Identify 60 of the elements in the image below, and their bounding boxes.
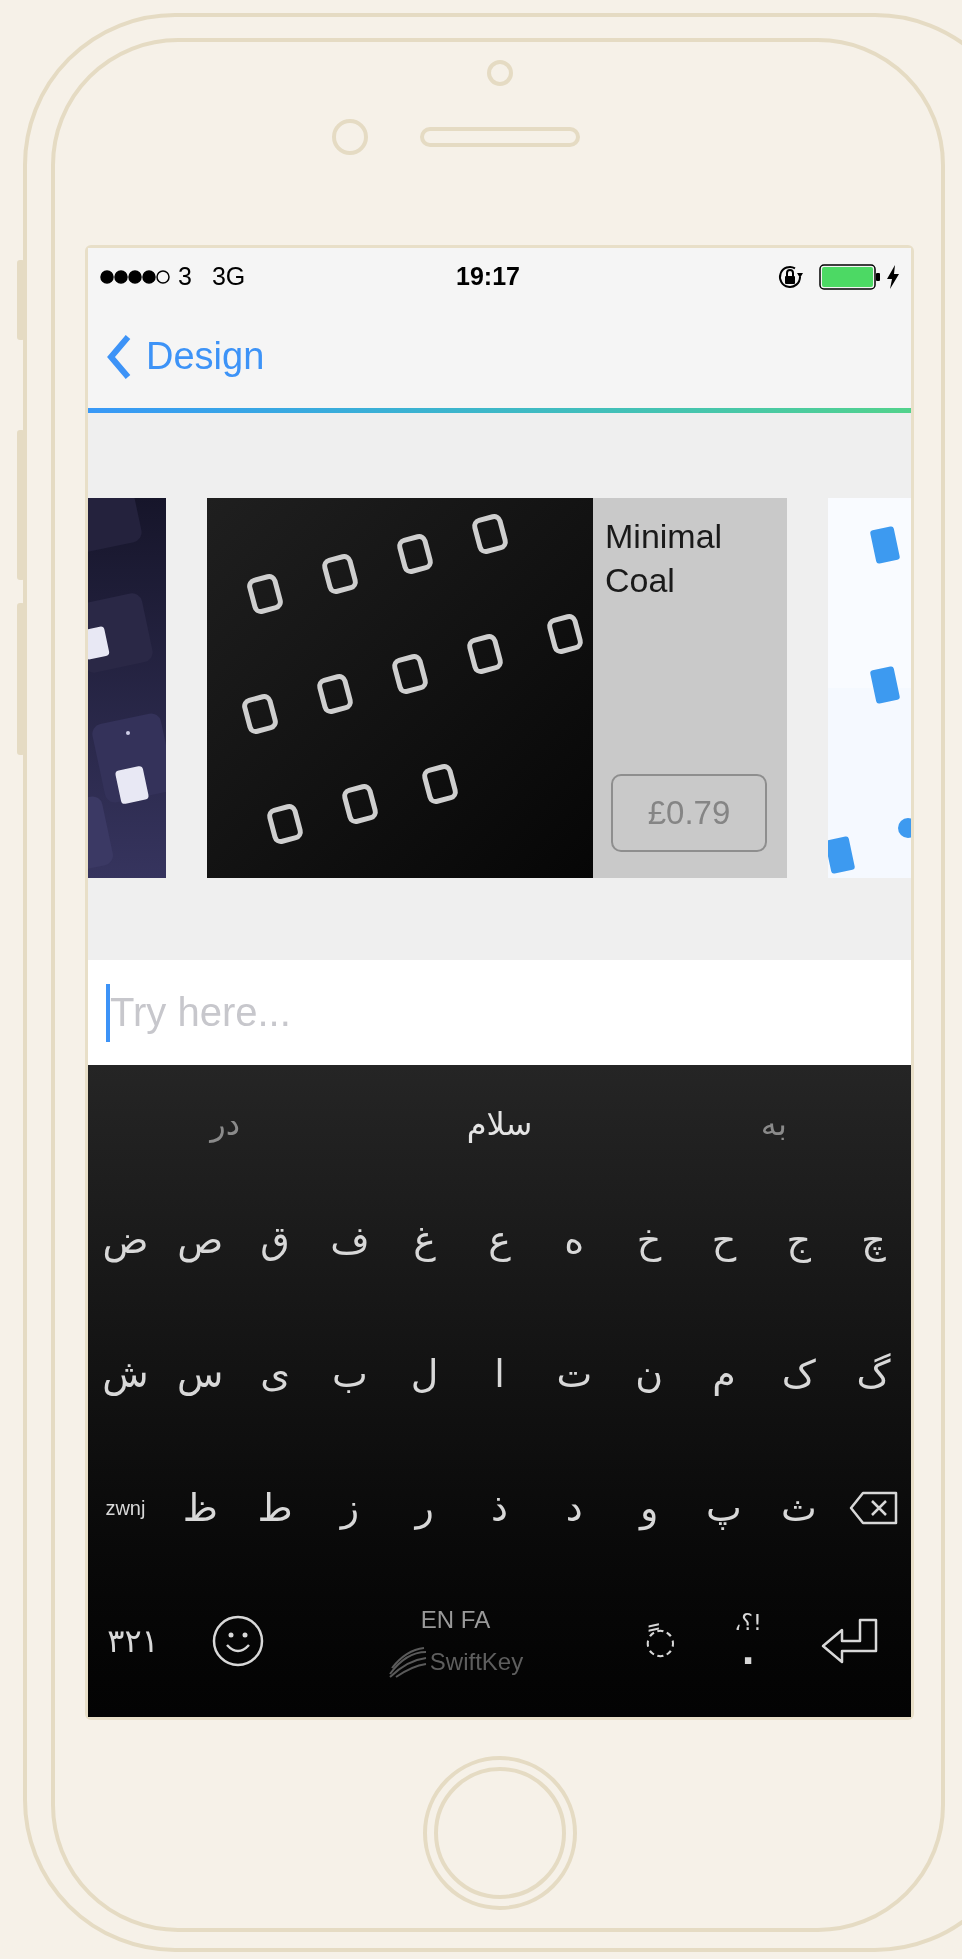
key[interactable]: س <box>177 1345 224 1403</box>
key[interactable]: چ <box>861 1211 886 1269</box>
key[interactable]: ر <box>415 1479 434 1537</box>
signal-icon <box>100 269 170 284</box>
suggestion[interactable]: به <box>760 1100 787 1148</box>
carrier-name: 3 <box>178 260 192 292</box>
key[interactable]: ص <box>177 1211 224 1269</box>
backspace-key[interactable] <box>848 1491 899 1525</box>
suggestion[interactable]: سلام <box>466 1100 533 1148</box>
back-chevron-icon <box>106 333 132 380</box>
key[interactable]: غ <box>413 1211 436 1269</box>
key[interactable]: ظ <box>182 1479 218 1537</box>
key[interactable]: ا <box>494 1345 505 1403</box>
language-label: EN FA <box>420 1605 491 1635</box>
key[interactable]: ذ <box>491 1479 508 1537</box>
key[interactable]: خ <box>636 1211 662 1269</box>
backspace-icon <box>848 1491 899 1525</box>
diacritic-key[interactable]: ◌ً <box>644 1614 677 1668</box>
battery-icon <box>819 263 881 290</box>
key[interactable]: گ <box>856 1345 891 1403</box>
space-key[interactable]: EN FA SwiftKey <box>387 1602 524 1680</box>
brand-name: SwiftKey <box>429 1647 524 1677</box>
theme-name: Minimal Coal <box>605 516 724 601</box>
key[interactable]: ع <box>488 1211 511 1269</box>
swoosh-logo-icon <box>387 1646 428 1678</box>
numbers-key[interactable]: ۳۲۱ <box>107 1617 159 1665</box>
punctuation-key[interactable]: ،؟! . <box>734 1612 762 1670</box>
key[interactable]: ق <box>260 1211 290 1269</box>
suggestion[interactable]: در <box>210 1100 241 1148</box>
key[interactable]: ج <box>786 1211 812 1269</box>
key[interactable]: م <box>712 1345 736 1403</box>
key[interactable]: د <box>565 1479 583 1537</box>
key[interactable]: ب <box>331 1345 368 1403</box>
key[interactable]: ی <box>260 1345 290 1403</box>
emoji-key[interactable] <box>212 1615 264 1667</box>
key[interactable]: zwnj <box>105 1493 146 1523</box>
key[interactable]: ط <box>257 1479 293 1537</box>
text-cursor <box>106 983 110 1042</box>
return-icon <box>819 1617 880 1665</box>
clock-time: 19:17 <box>456 260 520 292</box>
key[interactable]: ه <box>564 1211 585 1269</box>
key[interactable]: ن <box>635 1345 664 1403</box>
key[interactable]: پ <box>706 1479 742 1537</box>
network-type: 3G <box>211 260 246 292</box>
key[interactable]: و <box>639 1479 659 1537</box>
period-label: . <box>741 1634 755 1670</box>
key[interactable]: ح <box>711 1211 737 1269</box>
key[interactable]: ش <box>102 1345 149 1403</box>
charging-bolt-icon <box>887 264 899 289</box>
key[interactable]: ز <box>340 1479 360 1537</box>
key[interactable]: ض <box>102 1211 149 1269</box>
return-key[interactable] <box>819 1617 880 1665</box>
key[interactable]: ت <box>556 1345 593 1403</box>
key[interactable]: ث <box>780 1479 817 1537</box>
smiley-icon <box>212 1615 264 1667</box>
punctuation-hint: ،؟! <box>734 1612 762 1634</box>
key[interactable]: ک <box>781 1345 816 1403</box>
theme-card[interactable]: Minimal Coal £0.79 <box>207 498 787 878</box>
key[interactable]: ل <box>410 1345 439 1403</box>
key[interactable]: ف <box>330 1211 370 1269</box>
